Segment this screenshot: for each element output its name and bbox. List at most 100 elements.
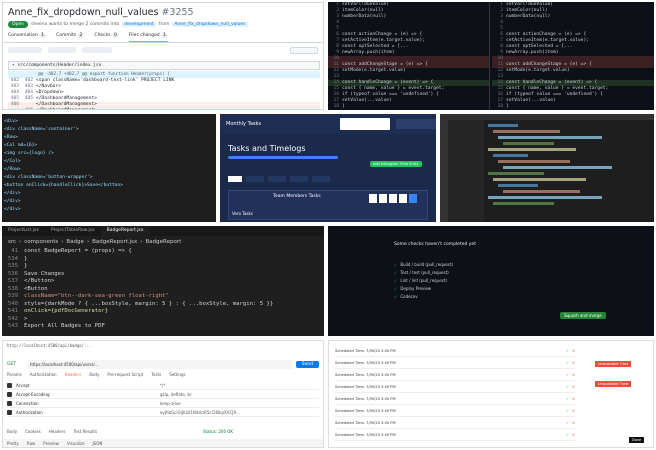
diff-body: 402 402 <span className='dashboard-text-l… [8, 78, 320, 109]
monthly-tasks-label: Monthly Tasks [226, 121, 262, 127]
diff-hunk: @@ -402,7 +402,7 @@ export function Head… [8, 71, 320, 78]
approve-icon[interactable]: ✓ [566, 433, 569, 437]
approve-icon[interactable]: ✓ [566, 349, 569, 353]
checkbox[interactable] [7, 391, 12, 397]
code-line [503, 142, 554, 145]
tab-other[interactable] [312, 176, 330, 182]
tab-tasks[interactable] [246, 176, 264, 182]
approve-icon[interactable]: ✓ [566, 409, 569, 413]
unavailable-badge-2: Unavailable Time [595, 381, 632, 387]
schedule-row: Scheduled Time: 7/09/23 5:00 PM ✓ ✕ [335, 429, 575, 441]
tasks-app-panel: Monthly Tasks Tasks and Timelogs Add Int… [220, 114, 436, 222]
reject-icon[interactable]: ✕ [572, 373, 575, 377]
base-branch[interactable]: development [122, 22, 156, 27]
address-bar[interactable]: http://localhost:4500/api/badge/... [7, 343, 91, 348]
reject-icon[interactable]: ✕ [572, 349, 575, 353]
check-item[interactable]: ✓ Build / build (pull_request) [394, 260, 594, 268]
code-line: <Row> [4, 135, 18, 140]
code-line [488, 124, 518, 127]
header-row: Accept */* [7, 381, 319, 390]
approve-icon[interactable]: ✓ [566, 421, 569, 425]
review-changes-button[interactable] [290, 47, 318, 54]
approve-icon[interactable]: ✓ [566, 385, 569, 389]
reject-icon[interactable]: ✕ [572, 397, 575, 401]
diff-left-pane: 1 setVar(!dueValue) 2 itemColor(null) 3 numbe… [328, 2, 490, 110]
tab-reports[interactable] [290, 176, 308, 182]
check-icon: ✓ [394, 293, 398, 299]
reject-icon[interactable]: ✕ [572, 409, 575, 413]
check-item[interactable]: ✓ Test / test (pull_request) [394, 268, 594, 276]
reject-icon[interactable]: ✕ [572, 361, 575, 365]
tab-project-list[interactable]: ProjectList.jsx [2, 226, 45, 236]
check-item[interactable]: ✓ Lint / lint (pull_request) [394, 276, 594, 284]
tab-badge-report[interactable]: BadgeReport.jsx [100, 226, 150, 236]
diff-line: 18 } [333, 104, 345, 109]
request-url-input[interactable]: https://localhost:4500/api/users/... [28, 359, 293, 369]
code-line [488, 196, 602, 199]
reject-icon[interactable]: ✕ [572, 433, 575, 437]
postman-panel: http://localhost:4500/api/badge/... GET … [2, 340, 324, 448]
checkbox[interactable] [7, 382, 12, 388]
schedule-row: Scheduled Time: 7/09/23 5:00 PM ✓ ✕ [335, 381, 575, 393]
vscode-panel [440, 114, 654, 222]
code-line: </div> [4, 199, 21, 204]
schedule-row: Scheduled Time: 7/09/23 5:00 PM ✓ ✕ [335, 417, 575, 429]
breadcrumb: src › components › Badge › BadgeReport.jsx › Bad… [8, 239, 182, 245]
schedule-row: Scheduled Time: 7/09/23 5:00 PM ✓ ✕ [335, 393, 575, 405]
code-line: 536 Save Changes [7, 270, 65, 277]
file-header: ▾ src/components/Header/index.jsx [8, 61, 320, 70]
checks-panel: Some checks haven't completed yet ✓ Build… [328, 226, 654, 336]
code-line: <img src={logo} /> [4, 151, 54, 156]
send-button[interactable]: Send [295, 360, 319, 368]
code-line [493, 178, 586, 181]
approve-icon[interactable]: ✓ [566, 361, 569, 365]
tab-checks[interactable]: Checks 0 [94, 33, 119, 42]
code-line [498, 184, 538, 187]
tab-commits[interactable]: Commits 2 [56, 33, 85, 42]
head-branch[interactable]: Anne_fix_dropdown_null_values [172, 22, 248, 27]
code-line: <button onClick={handleClick}>Save</butt… [4, 183, 123, 188]
approve-icon[interactable]: ✓ [566, 373, 569, 377]
check-icon: ✓ [394, 285, 398, 291]
tab-home[interactable] [228, 176, 242, 182]
squash-merge-button[interactable]: Squash and merge [560, 312, 606, 319]
tasks-tabs [228, 176, 330, 182]
code-line: </Row> [4, 167, 21, 172]
code-line [503, 166, 612, 169]
reject-icon[interactable]: ✕ [572, 421, 575, 425]
code-line [493, 130, 560, 133]
tab-timelog[interactable] [268, 176, 286, 182]
diff-right-pane: 1 setVar(!dueValue) 2 itemColor(null) 3 numbe… [492, 2, 654, 110]
schedule-panel: Scheduled Time: 7/09/23 5:00 PM ✓ ✕ Schedul… [328, 340, 654, 448]
tab-conversation[interactable]: Conversation 1 [8, 33, 47, 42]
reject-icon[interactable]: ✕ [572, 385, 575, 389]
unavailable-badge-1: Unavailable Time [595, 361, 632, 367]
pr-meta: sheenx wants to merge 2 commits into [31, 22, 120, 27]
tab-project-table-row[interactable]: ProjectTableRow.jsx [45, 226, 101, 236]
check-item[interactable]: ✓ Codecov [394, 292, 594, 300]
add-intangible-time-button[interactable]: Add Intangible Time Entry [370, 161, 422, 167]
code-line: 540 style={darkMode ? { ...boxStyle, mar… [7, 300, 274, 307]
tab-files-changed[interactable]: Files changed 1 [128, 33, 168, 42]
code-line: </div> [4, 191, 21, 196]
checks-title: Some checks haven't completed yet [394, 242, 476, 247]
code-line [493, 154, 528, 157]
checkbox[interactable] [7, 409, 12, 415]
response-format-bar: Pretty Raw Preview Visualize JSON [3, 439, 323, 447]
code-line [488, 172, 544, 175]
done-button[interactable]: Done [629, 437, 645, 443]
diff-line: 406 </DashboardManagement> [8, 108, 320, 109]
code-line: 538 <Button [7, 285, 48, 292]
jsx-editor-panel: <div> <div className='container'> <Row> … [2, 114, 216, 222]
response-tabs: Body Cookies Headers Test Results [7, 429, 98, 434]
code-line [498, 160, 570, 163]
method-select[interactable]: GET [7, 362, 25, 367]
code-line: 537 </Button> [7, 278, 55, 284]
code-line: </Col> [4, 159, 21, 164]
approve-icon[interactable]: ✓ [566, 397, 569, 401]
check-item[interactable]: ✓ Deploy Preview [394, 284, 594, 292]
code-line [488, 148, 576, 151]
code-line: <Col md={6}> [4, 143, 38, 148]
checkbox[interactable] [7, 400, 12, 406]
app-navbar: Monthly Tasks [220, 114, 436, 134]
